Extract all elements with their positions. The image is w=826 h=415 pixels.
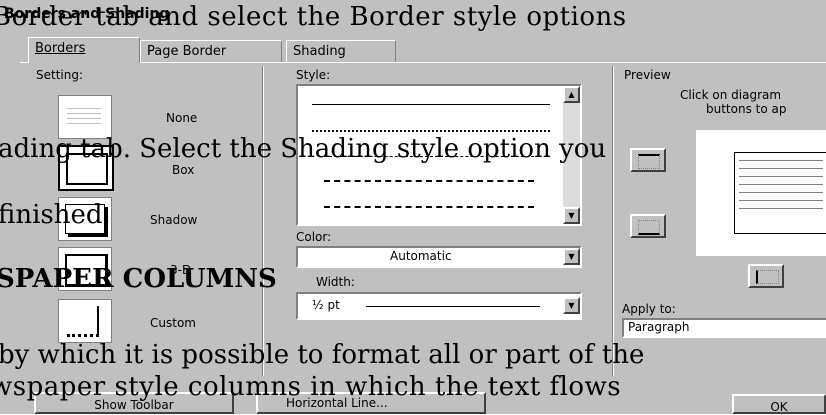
apply-to-value: Paragraph xyxy=(628,320,690,334)
preview-hint-line-1: Click on diagram xyxy=(680,88,782,102)
setting-shadow-label: Shadow xyxy=(150,213,198,227)
apply-to-select[interactable]: Paragraph xyxy=(622,318,826,338)
width-label: Width: xyxy=(316,275,355,289)
bottom-border-icon xyxy=(638,220,660,235)
doc-line-5: by which it is possible to format all or… xyxy=(0,340,645,370)
tab-borders[interactable]: Borders xyxy=(28,37,140,63)
width-select[interactable]: ½ pt ▼ xyxy=(296,292,582,320)
setting-box-label: Box xyxy=(172,163,195,177)
left-border-icon xyxy=(756,270,779,284)
tab-page-border-label: Page Border xyxy=(147,44,227,59)
setting-none-label: None xyxy=(166,111,198,125)
doc-line-3: finished. xyxy=(0,200,111,230)
section-divider-left xyxy=(262,66,264,376)
doc-line-4: SPAPER COLUMNS xyxy=(0,264,277,294)
preview-page xyxy=(734,152,826,234)
ok-button[interactable]: OK xyxy=(732,394,826,414)
setting-label: Setting: xyxy=(36,68,84,82)
width-value: ½ pt xyxy=(312,298,340,312)
setting-custom-label: Custom xyxy=(150,316,196,330)
preview-hint-line-2: buttons to ap xyxy=(706,102,787,116)
width-sample-line xyxy=(366,306,540,307)
preview-canvas[interactable] xyxy=(696,130,826,256)
setting-none-button[interactable] xyxy=(58,95,112,139)
section-divider-right xyxy=(612,66,614,376)
doc-line-6: wspaper style columns in which the text … xyxy=(0,372,622,402)
style-label: Style: xyxy=(296,68,331,82)
ok-label: OK xyxy=(770,400,788,414)
tab-page-border[interactable]: Page Border xyxy=(140,40,282,63)
color-dropdown-button[interactable]: ▼ xyxy=(563,248,580,265)
style-solid-line[interactable] xyxy=(312,104,550,105)
width-dropdown-button[interactable]: ▼ xyxy=(563,297,580,314)
preview-label: Preview xyxy=(624,68,671,82)
style-dashdot-line[interactable] xyxy=(324,206,534,208)
doc-line-1: Border tab and select the Border style o… xyxy=(0,2,627,32)
tab-shading-label: Shading xyxy=(293,44,346,59)
color-label: Color: xyxy=(296,230,332,244)
setting-custom-button[interactable] xyxy=(58,299,112,343)
color-select[interactable]: Automatic ▼ xyxy=(296,246,582,268)
scroll-up-button[interactable]: ▲ xyxy=(563,86,580,103)
tab-borders-label: Borders xyxy=(35,41,86,56)
color-value: Automatic xyxy=(390,249,452,263)
scroll-down-button[interactable]: ▼ xyxy=(563,207,580,224)
none-preview-icon xyxy=(67,104,101,130)
apply-to-label: Apply to: xyxy=(622,302,676,316)
style-dotted-line[interactable] xyxy=(312,130,550,132)
left-border-button[interactable] xyxy=(748,264,784,288)
doc-line-2: ading tab. Select the Shading style opti… xyxy=(0,134,607,164)
bottom-border-button[interactable] xyxy=(630,214,666,238)
top-border-icon xyxy=(638,154,660,169)
custom-preview-icon xyxy=(67,306,99,337)
tab-shading[interactable]: Shading xyxy=(286,40,396,63)
style-dash-large-line[interactable] xyxy=(324,180,534,182)
top-border-button[interactable] xyxy=(630,148,666,172)
